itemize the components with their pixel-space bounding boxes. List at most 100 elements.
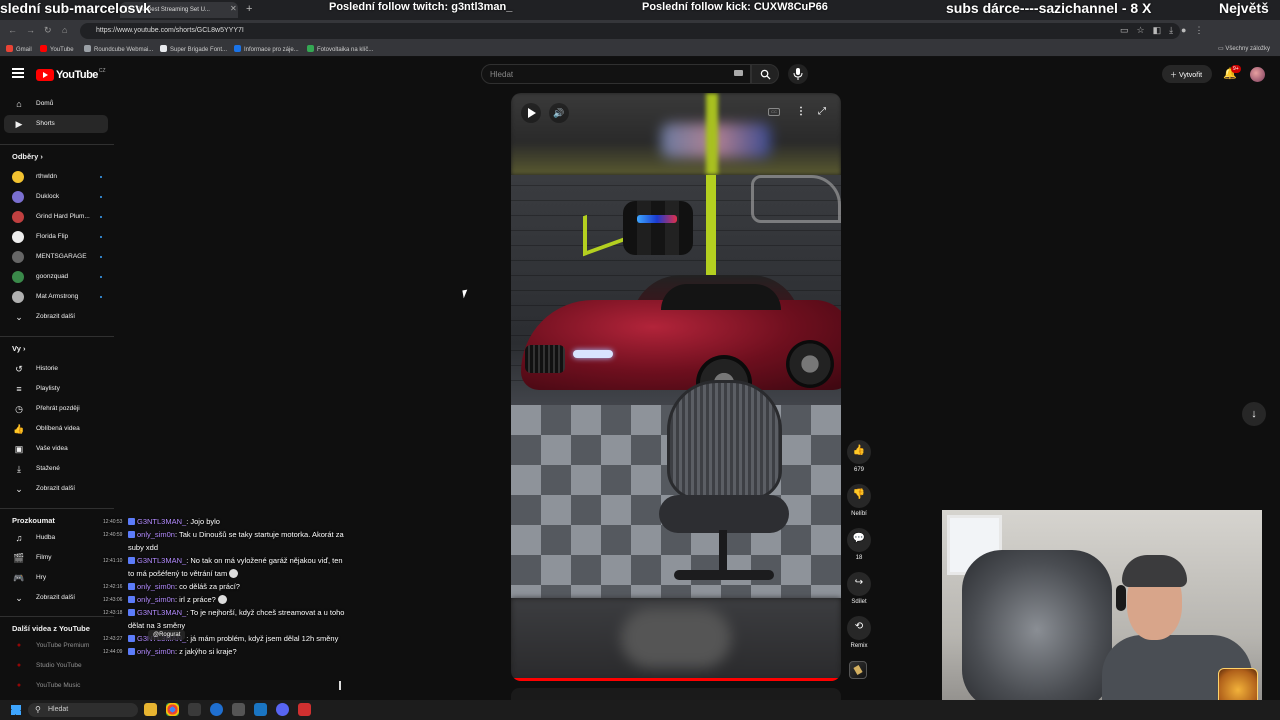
windows-taskbar: ⚲ Hledat [0,700,1280,720]
sidebar-item-subscription[interactable]: Duklock [4,188,108,206]
sidebar-item-you[interactable]: ↺ Historie [4,360,108,378]
show-more-you[interactable]: ⌄ Zobrazit další [4,480,108,498]
back-icon[interactable]: ← [8,25,17,35]
sidebar-item-label: Hudba [36,534,56,541]
you-heading[interactable]: Vy › [12,344,26,353]
remix-button[interactable]: ⟲ Remix [846,616,872,649]
sound-thumbnail[interactable] [849,661,867,679]
emote-icon [217,595,227,604]
create-button[interactable]: ＋ Vytvořit [1162,65,1212,83]
chair-back [667,380,782,500]
extension-icons[interactable]: ▭☆◧⤓●⋮ [1120,25,1212,36]
bookmark-item[interactable]: Roundcube Webmai... [84,45,153,53]
share-button[interactable]: ↪ Sdílet [846,572,872,605]
sidebar-item-explore[interactable]: ♫ Hudba [4,529,108,547]
chat-mention-pill: @Rogurat [148,630,186,640]
home-icon: ⌂ [16,99,22,109]
fullscreen-icon[interactable]: ⤢ [818,106,826,117]
sidebar-item-subscription[interactable]: Florida Flip [4,228,108,246]
tire-rack [623,201,693,255]
youtube-logo[interactable]: YouTube CZ [36,68,106,82]
file-explorer-icon[interactable] [144,703,157,716]
url-bar[interactable]: https://www.youtube.com/shorts/GCL8w5YYY… [80,23,1180,39]
progress-bar[interactable] [511,678,841,681]
show-more-explore[interactable]: ⌄ Zobrazit další [4,589,108,607]
sidebar-item-label: Shorts [36,120,55,127]
search-button[interactable] [751,64,779,84]
new-content-dot [100,256,102,258]
subscriptions-heading[interactable]: Odběry › [12,152,43,161]
wall-parts [751,175,841,223]
sidebar-item-subscription[interactable]: MENTSGARAGE [4,248,108,266]
chat-timestamp: 12:44:09 [103,649,123,655]
platform-badge-icon [128,596,135,603]
steam-icon[interactable] [254,703,267,716]
bookmark-item[interactable]: YouTube [40,45,74,53]
bookmark-label: Super Brigade Font... [170,47,228,53]
sidebar-item-home[interactable]: ⌂ Domů [4,95,108,113]
chat-message: 12:42:16 only_sim0n: co děláš za prácí? [100,580,345,593]
sidebar-item-you[interactable]: ▣ Vaše videa [4,440,108,458]
stream-chat-overlay: 12:40:53 G3NTL3MAN_: Jojo bylo 12:40:59 onl… [100,515,345,693]
notification-count-badge: 9+ [1231,65,1241,73]
sidebar-item-youtube-app[interactable]: ● YouTube Premium [4,637,108,655]
sidebar-item-you[interactable]: ◷ Přehrát později [4,400,108,418]
playlist-icon: ≡ [16,384,22,394]
comments-button[interactable]: 💬 18 [846,528,872,561]
bookmark-item[interactable]: Informace pro záje... [234,45,299,53]
voice-search-button[interactable] [788,64,808,84]
sidebar-item-you[interactable]: ⤓ Stažené [4,460,108,478]
sidebar-item-label: Mat Armstrong [36,293,79,300]
sidebar-item-explore[interactable]: 🎮 Hry [4,569,108,587]
sidebar-item-subscription[interactable]: rthwldn [4,168,108,186]
more-options-icon[interactable]: ⋮ [796,106,806,117]
bookmark-item[interactable]: Super Brigade Font... [160,45,227,53]
sidebar-item-you[interactable]: ≡ Playlisty [4,380,108,398]
sidebar-item-subscription[interactable]: goonzquad [4,268,108,286]
sidebar-item-youtube-app[interactable]: ● YouTube Music [4,677,108,695]
new-tab-button[interactable]: + [246,3,252,15]
sidebar-item-youtube-app[interactable]: ● Studio YouTube [4,657,108,675]
chrome-icon[interactable] [166,703,179,716]
sidebar-item-label: Filmy [36,554,52,561]
browser-icon[interactable] [210,703,223,716]
bookmark-item[interactable]: Gmail [6,45,32,53]
new-content-dot [100,216,102,218]
taskbar-search[interactable]: ⚲ Hledat [28,703,138,717]
show-more-subscriptions[interactable]: ⌄ Zobrazit další [4,308,108,326]
obs-icon[interactable] [298,703,311,716]
home-browser-icon[interactable]: ⌂ [62,25,67,35]
search-input[interactable]: Hledat [481,64,751,84]
windows-start-icon[interactable] [11,705,21,715]
sidebar-item-you[interactable]: 👍 Oblíbená videa [4,420,108,438]
next-short-preview[interactable] [511,688,841,700]
sidebar-item-explore[interactable]: 🎬 Filmy [4,549,108,567]
progress-fill [511,678,841,681]
sidebar-item-subscription[interactable]: Grind Hard Plum... [4,208,108,226]
next-short-arrow-icon[interactable]: ↓ [1242,402,1266,426]
keyboard-icon[interactable] [734,70,743,76]
forward-icon[interactable]: → [26,25,35,35]
downloads-icon: ⤓ [17,464,21,474]
menu-icon[interactable] [12,68,24,78]
shorts-icon: ▶ [15,119,23,129]
play-icon [528,108,536,118]
captions-icon[interactable]: CC [768,108,780,116]
volume-button[interactable]: 🔊 [549,103,569,123]
tab-close-icon[interactable]: ✕ [230,4,237,13]
play-button[interactable] [521,103,541,123]
discord-icon[interactable] [276,703,289,716]
like-button[interactable]: 👍 679 [846,440,872,473]
app-icon-2[interactable] [232,703,245,716]
account-avatar[interactable] [1250,67,1265,82]
emote-icon [229,569,239,578]
sidebar-item-subscription[interactable]: Mat Armstrong [4,288,108,306]
all-bookmarks[interactable]: ▭ Všechny záložky [1218,45,1270,52]
reload-icon[interactable]: ↻ [44,25,52,36]
app-icon[interactable] [188,703,201,716]
shorts-player[interactable]: 🔊 CC ⋮ ⤢ [511,93,841,681]
create-label: Vytvořit [1178,72,1203,79]
sidebar-item-shorts[interactable]: ▶ Shorts [4,115,108,133]
dislike-button[interactable]: 👎 Nelíbí [846,484,872,517]
bookmark-item[interactable]: Fotovoltaika na klíč... [307,45,373,53]
